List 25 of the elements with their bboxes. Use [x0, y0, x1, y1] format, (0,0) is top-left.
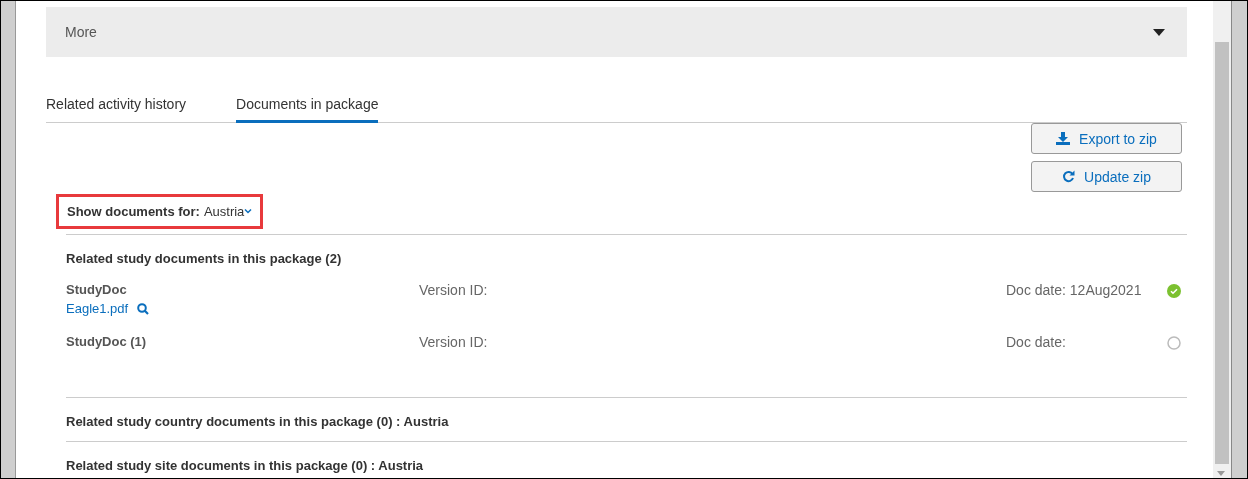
document-name: StudyDoc (1): [66, 334, 147, 349]
chevron-down-icon: [244, 209, 253, 214]
export-button[interactable]: Export to zip: [1031, 123, 1182, 154]
scrollbar-thumb[interactable]: [1215, 42, 1229, 464]
section-title: Related study documents in this package (2): [66, 251, 343, 266]
tab[interactable]: Related activity history: [46, 90, 187, 123]
update-button[interactable]: Update zip: [1031, 161, 1182, 192]
search-icon[interactable]: [137, 302, 150, 315]
download-icon: [1056, 132, 1071, 145]
doc-date: Doc date: 12Aug2021: [1006, 282, 1142, 298]
version-label: Version ID:: [419, 334, 488, 350]
section-title: Related study country documents in this package (0) : Austria: [66, 414, 450, 429]
doc-date: Doc date:: [1006, 334, 1066, 350]
filter-label: Show documents for:: [67, 204, 200, 219]
version-label: Version ID:: [419, 282, 488, 298]
file-link[interactable]: Eagle1.pdf: [66, 301, 129, 316]
section-title: Related study site documents in this package (0) : Austria: [66, 458, 425, 473]
tab[interactable]: Documents in package: [236, 90, 379, 123]
filter-dropdown[interactable]: Show documents for: Austria: [56, 194, 264, 229]
caret-icon: [1153, 28, 1165, 36]
refresh-icon: [1062, 170, 1076, 183]
more-accordion[interactable]: More: [46, 7, 1187, 57]
filter-value: Austria: [203, 204, 245, 219]
document-name: StudyDoc: [66, 282, 127, 297]
scroll-down-icon[interactable]: [1217, 471, 1225, 476]
